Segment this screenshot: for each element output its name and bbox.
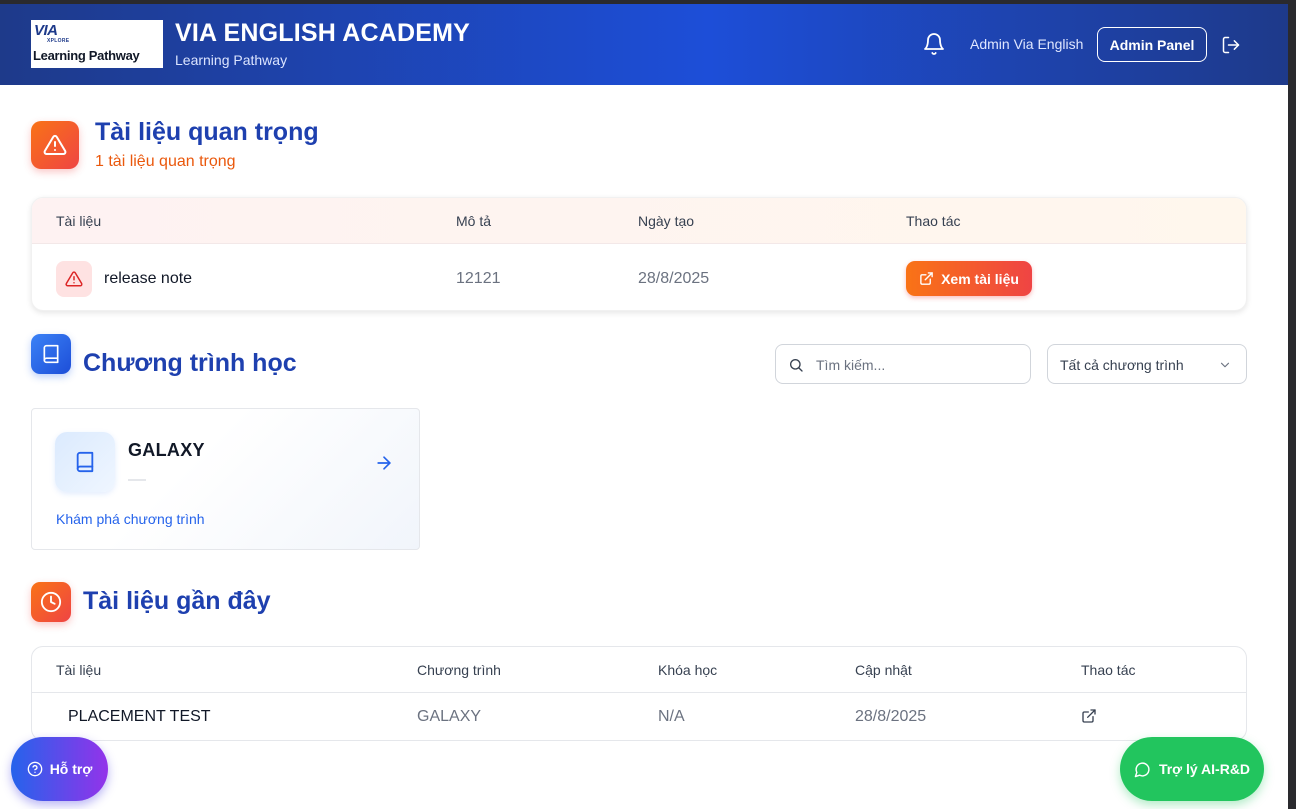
column-header: Mô tả — [456, 213, 492, 229]
doc-created-date: 28/8/2025 — [638, 270, 710, 287]
column-header: Chương trình — [417, 662, 501, 678]
recent-doc-program: GALAXY — [417, 708, 482, 725]
column-header: Khóa học — [658, 662, 718, 678]
search-input[interactable] — [816, 355, 1016, 375]
ai-assistant-button[interactable]: Trợ lý AI-R&D — [1120, 737, 1264, 801]
external-link-icon — [920, 272, 933, 285]
important-docs-title: Tài liệu quan trọng — [95, 118, 319, 146]
warning-section-icon — [31, 121, 79, 169]
column-header: Ngày tạo — [638, 213, 695, 229]
logo-xplore-text: XPLORE — [47, 38, 70, 44]
important-docs-count: 1 tài liệu quan trọng — [95, 153, 236, 170]
user-name: Admin Via English — [970, 36, 1084, 52]
column-header: Thao tác — [906, 213, 961, 229]
brand-title: VIA ENGLISH ACADEMY — [175, 19, 471, 47]
search-box — [775, 344, 1031, 384]
column-header: Cập nhật — [855, 662, 912, 678]
search-icon — [790, 359, 803, 372]
view-document-label: Xem tài liệu — [941, 270, 1019, 287]
warning-icon — [43, 134, 67, 155]
explore-program-link[interactable]: Khám phá chương trình — [56, 511, 205, 527]
view-document-button[interactable]: Xem tài liệu — [906, 261, 1032, 296]
logo[interactable]: VIA XPLORE Learning Pathway — [31, 20, 163, 68]
ai-assistant-label: Trợ lý AI-R&D — [1158, 761, 1251, 777]
table-header: Tài liệu Mô tả Ngày tạo Thao tác — [32, 198, 1246, 244]
warning-icon — [65, 271, 83, 287]
program-filter-value: Tất cả chương trình — [1060, 357, 1184, 373]
bell-icon[interactable] — [922, 32, 946, 56]
help-circle-icon — [27, 761, 43, 777]
recent-doc-name[interactable]: PLACEMENT TEST — [68, 708, 211, 726]
column-header: Tài liệu — [56, 213, 102, 229]
column-header: Tài liệu — [56, 662, 102, 678]
window-scrollbar[interactable] — [1288, 0, 1296, 809]
important-docs-table: Tài liệu Mô tả Ngày tạo Thao tác release… — [31, 197, 1247, 311]
clock-icon — [40, 591, 62, 613]
program-card-divider — [128, 479, 146, 481]
row-warning-icon — [56, 261, 92, 297]
chevron-down-icon — [1220, 362, 1230, 368]
arrow-right-icon[interactable] — [374, 453, 394, 473]
clock-section-icon — [31, 582, 71, 622]
help-label: Hỗ trợ — [49, 761, 93, 777]
program-card[interactable]: GALAXY Khám phá chương trình — [31, 408, 420, 550]
recent-doc-course: N/A — [658, 708, 685, 725]
chat-bubble-icon — [1134, 761, 1150, 777]
doc-description: 12121 — [456, 270, 501, 287]
program-card-title: GALAXY — [128, 440, 205, 460]
help-button[interactable]: Hỗ trợ — [11, 737, 108, 801]
recent-doc-updated: 28/8/2025 — [855, 708, 927, 725]
programs-title: Chương trình học — [83, 349, 297, 377]
logo-via-text: VIA — [34, 22, 58, 39]
program-filter-select[interactable]: Tất cả chương trình — [1047, 344, 1247, 384]
top-header: VIA XPLORE Learning Pathway VIA ENGLISH … — [0, 4, 1288, 85]
book-icon — [76, 451, 94, 473]
book-section-icon — [31, 334, 71, 374]
program-card-icon — [55, 432, 115, 492]
book-icon — [43, 344, 59, 364]
app-viewport: VIA XPLORE Learning Pathway VIA ENGLISH … — [0, 4, 1288, 809]
table-header: Tài liệu Chương trình Khóa học Cập nhật … — [32, 647, 1246, 693]
brand-subtitle: Learning Pathway — [175, 52, 288, 68]
column-header: Thao tác — [1081, 662, 1136, 678]
logout-icon[interactable] — [1221, 35, 1241, 55]
external-link-icon[interactable] — [1081, 708, 1097, 724]
recent-docs-table: Tài liệu Chương trình Khóa học Cập nhật … — [31, 646, 1247, 741]
logo-pathway-text: Learning Pathway — [33, 48, 140, 63]
doc-name: release note — [104, 270, 193, 287]
recent-docs-title: Tài liệu gần đây — [83, 587, 271, 615]
admin-panel-button[interactable]: Admin Panel — [1097, 27, 1207, 62]
